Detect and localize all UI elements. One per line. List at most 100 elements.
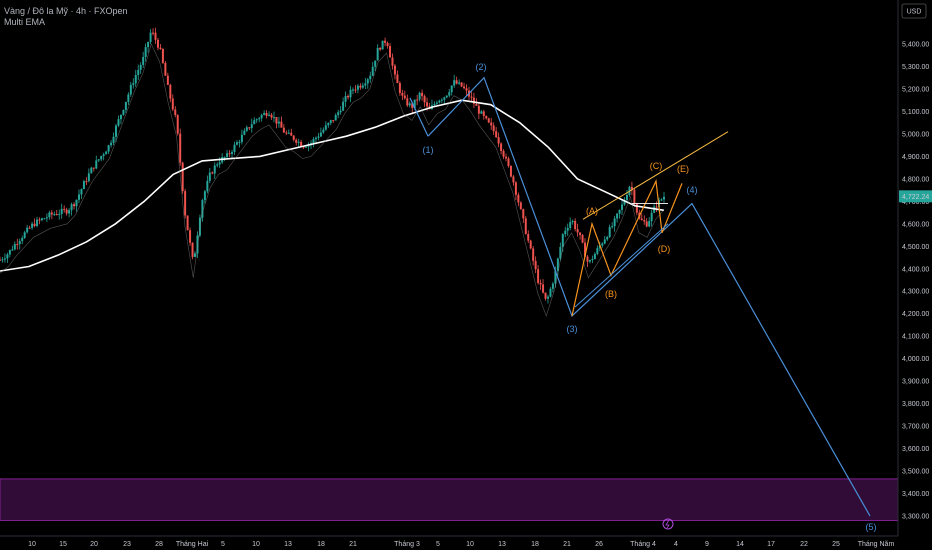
candle-body[interactable] bbox=[433, 103, 436, 106]
candle-body[interactable] bbox=[102, 154, 105, 156]
candle-body[interactable] bbox=[574, 220, 577, 230]
candle-body[interactable] bbox=[36, 219, 39, 226]
candle-body[interactable] bbox=[593, 253, 596, 260]
candle-body[interactable] bbox=[92, 167, 95, 169]
candle-body[interactable] bbox=[179, 133, 182, 163]
candle-body[interactable] bbox=[379, 47, 382, 50]
candle-body[interactable] bbox=[38, 219, 41, 221]
candle-body[interactable] bbox=[507, 158, 510, 166]
candle-body[interactable] bbox=[277, 121, 280, 124]
candle-body[interactable] bbox=[28, 227, 31, 229]
candle-body[interactable] bbox=[544, 292, 547, 299]
candle-body[interactable] bbox=[107, 145, 110, 152]
candle-body[interactable] bbox=[110, 142, 113, 146]
candle-body[interactable] bbox=[280, 121, 283, 128]
candle-body[interactable] bbox=[189, 230, 192, 243]
candle-body[interactable] bbox=[169, 84, 172, 99]
candle-body[interactable] bbox=[366, 79, 369, 84]
candle-body[interactable] bbox=[618, 209, 621, 214]
candle-body[interactable] bbox=[463, 86, 466, 89]
candle-body[interactable] bbox=[327, 122, 330, 126]
candle-body[interactable] bbox=[505, 156, 508, 159]
candle-body[interactable] bbox=[455, 80, 458, 84]
candle-body[interactable] bbox=[115, 125, 118, 137]
candle-body[interactable] bbox=[643, 220, 646, 222]
candle-body[interactable] bbox=[206, 180, 209, 192]
candle-body[interactable] bbox=[13, 244, 16, 250]
candle-body[interactable] bbox=[519, 202, 522, 210]
candle-body[interactable] bbox=[287, 132, 290, 134]
candle-body[interactable] bbox=[576, 229, 579, 233]
candle-body[interactable] bbox=[263, 113, 266, 115]
candle-body[interactable] bbox=[448, 92, 451, 96]
candle-body[interactable] bbox=[117, 119, 120, 126]
candle-body[interactable] bbox=[475, 103, 478, 106]
candle-body[interactable] bbox=[85, 181, 88, 183]
candle-body[interactable] bbox=[181, 162, 184, 192]
candle-body[interactable] bbox=[581, 234, 584, 243]
candle-body[interactable] bbox=[112, 136, 115, 143]
candle-body[interactable] bbox=[73, 204, 76, 207]
candle-body[interactable] bbox=[122, 109, 125, 115]
candle-body[interactable] bbox=[645, 221, 648, 227]
candle-body[interactable] bbox=[203, 191, 206, 201]
indicator-name[interactable]: Multi EMA bbox=[4, 17, 128, 28]
candle-body[interactable] bbox=[100, 155, 103, 160]
candle-body[interactable] bbox=[105, 151, 108, 155]
candle-body[interactable] bbox=[213, 165, 216, 174]
candle-body[interactable] bbox=[272, 117, 275, 119]
candle-body[interactable] bbox=[124, 101, 127, 110]
candle-body[interactable] bbox=[290, 132, 293, 136]
candle-body[interactable] bbox=[344, 95, 347, 102]
candle-body[interactable] bbox=[460, 82, 463, 87]
candle-body[interactable] bbox=[253, 120, 256, 125]
candle-body[interactable] bbox=[371, 66, 374, 76]
candle-body[interactable] bbox=[443, 97, 446, 100]
candle-body[interactable] bbox=[137, 69, 140, 75]
candle-body[interactable] bbox=[361, 85, 364, 88]
candle-body[interactable] bbox=[485, 115, 488, 119]
candle-body[interactable] bbox=[149, 32, 152, 42]
candle-body[interactable] bbox=[381, 40, 384, 50]
candle-body[interactable] bbox=[514, 182, 517, 195]
candle-body[interactable] bbox=[440, 99, 443, 101]
candle-body[interactable] bbox=[144, 47, 147, 57]
candle-body[interactable] bbox=[522, 209, 525, 219]
candle-body[interactable] bbox=[579, 232, 582, 235]
candle-body[interactable] bbox=[23, 232, 26, 238]
candle-body[interactable] bbox=[542, 284, 545, 293]
candle-body[interactable] bbox=[537, 269, 540, 284]
candle-body[interactable] bbox=[127, 94, 130, 102]
candle-body[interactable] bbox=[347, 95, 350, 98]
candle-body[interactable] bbox=[50, 212, 53, 215]
candle-body[interactable] bbox=[566, 227, 569, 231]
candle-body[interactable] bbox=[235, 142, 238, 145]
candle-body[interactable] bbox=[384, 40, 387, 43]
candle-body[interactable] bbox=[529, 240, 532, 249]
candle-body[interactable] bbox=[156, 39, 159, 48]
candle-body[interactable] bbox=[606, 236, 609, 240]
candle-body[interactable] bbox=[663, 196, 665, 200]
candle-body[interactable] bbox=[6, 254, 9, 259]
candle-body[interactable] bbox=[465, 88, 468, 91]
candle-body[interactable] bbox=[613, 218, 616, 227]
candle-body[interactable] bbox=[176, 115, 179, 134]
candle-body[interactable] bbox=[426, 102, 429, 107]
candle-body[interactable] bbox=[48, 212, 51, 218]
candle-body[interactable] bbox=[245, 127, 248, 131]
candle-body[interactable] bbox=[8, 250, 11, 255]
candle-body[interactable] bbox=[332, 120, 335, 122]
candle-body[interactable] bbox=[174, 109, 177, 116]
candle-body[interactable] bbox=[453, 80, 456, 86]
candle-body[interactable] bbox=[218, 162, 221, 165]
candle-body[interactable] bbox=[339, 110, 342, 113]
candle-body[interactable] bbox=[374, 60, 377, 67]
candle-body[interactable] bbox=[458, 82, 461, 84]
candle-body[interactable] bbox=[16, 244, 19, 246]
candle-body[interactable] bbox=[26, 227, 29, 233]
candle-body[interactable] bbox=[90, 167, 93, 174]
candle-body[interactable] bbox=[337, 112, 340, 116]
candle-body[interactable] bbox=[376, 47, 379, 61]
candle-body[interactable] bbox=[314, 137, 317, 140]
candle-body[interactable] bbox=[238, 141, 241, 143]
